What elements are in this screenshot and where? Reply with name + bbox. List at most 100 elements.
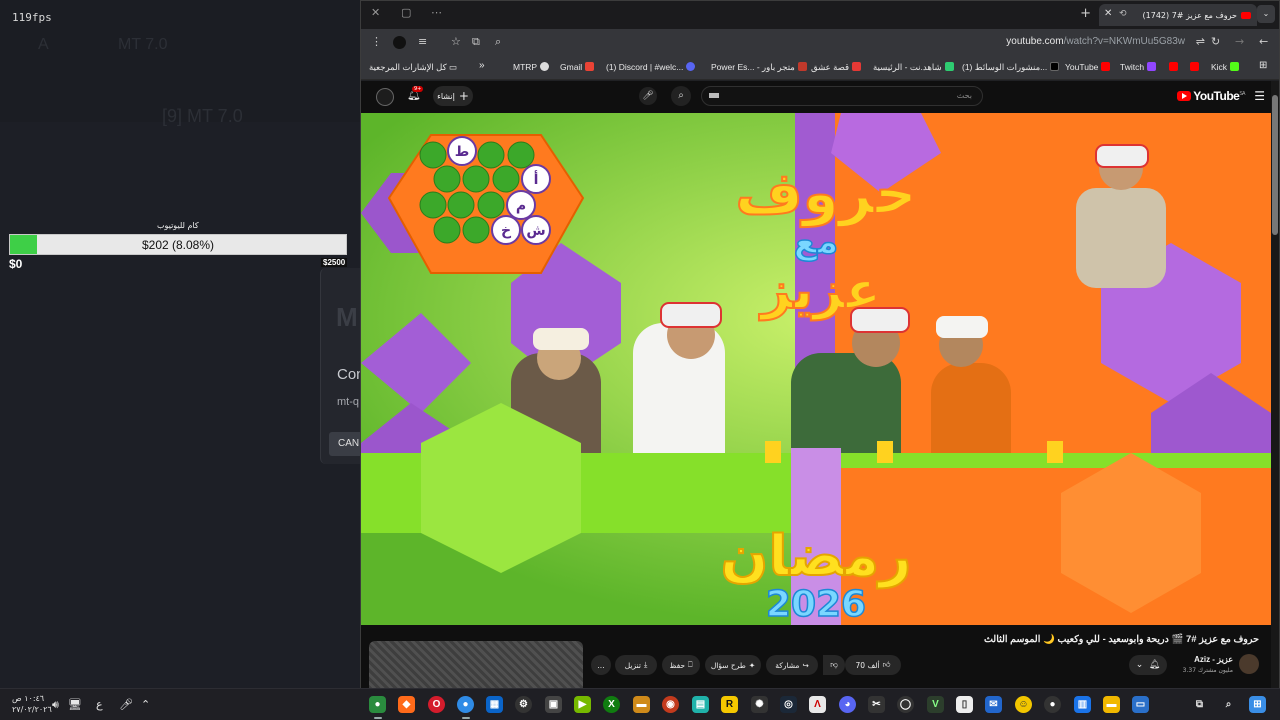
input-language[interactable]: ع (96, 698, 103, 711)
address-bar[interactable]: youtube.com/watch?v=NKWmUu5G83w ⇌ (821, 32, 1209, 53)
bookmark-youtube-2[interactable] (1166, 62, 1178, 72)
microphone-icon[interactable]: 🎤︎ (119, 698, 133, 711)
taskbar-app-r-icon[interactable]: R (721, 696, 738, 713)
taskbar-search-icon[interactable]: ⌕ (1220, 696, 1237, 713)
taskbar-app-explorer-icon[interactable]: ▬ (1103, 696, 1120, 713)
bookmark-mtrp[interactable]: MTRP (513, 62, 550, 72)
bookmark-youtube[interactable]: YouTube (1065, 62, 1111, 72)
youtube-header: 🔔︎ 9+ إنشاء + 🎤︎ ⌕ بحث YouTubeSA ☰ (361, 81, 1279, 113)
taskbar-app-notepad-icon[interactable]: ▯ (956, 696, 973, 713)
more-actions-button[interactable]: ... (591, 655, 611, 675)
guide-menu-icon[interactable]: ☰ (1254, 89, 1265, 103)
ask-button[interactable]: طرح سؤال ✦ (705, 655, 761, 675)
taskbar-app-settings-icon[interactable]: ⚙ (515, 696, 532, 713)
taskbar-app-gear-icon[interactable]: ✺ (751, 696, 768, 713)
network-icon[interactable]: 🖥︎ (68, 698, 82, 711)
start-button-icon[interactable]: ⊞ (1249, 696, 1266, 713)
taskbar-app-v-icon[interactable]: V (927, 696, 944, 713)
bookmark-gmail[interactable]: Gmail (560, 62, 595, 72)
taskbar-app-mail-icon[interactable]: ✉ (985, 696, 1002, 713)
maximize-window-icon[interactable]: ▢ (401, 6, 411, 19)
task-view-icon[interactable]: ⧉ (1191, 696, 1208, 713)
taskbar-app-monitor-icon[interactable]: ▭ (1132, 696, 1149, 713)
back-icon[interactable]: ← (1259, 35, 1268, 48)
tab-youtube[interactable]: ✕ ⟲ (1742) حروف مع عزيز #7 (1099, 4, 1257, 26)
taskbar-app-teal-icon[interactable]: ▤ (692, 696, 709, 713)
channel-avatar[interactable] (1239, 654, 1259, 674)
youtube-favicon-icon (1241, 11, 1251, 19)
bookmark-kick[interactable]: Kick (1211, 62, 1240, 72)
taskbar-app-xbox-icon[interactable]: X (603, 696, 620, 713)
share-button[interactable]: مشاركة ↪ (766, 655, 818, 675)
like-button[interactable]: 70 ألف 👍︎ (845, 655, 901, 675)
taskbar-app-opera-icon[interactable]: O (428, 696, 445, 713)
url-text[interactable]: youtube.com/watch?v=NKWmUu5G83w (1006, 36, 1185, 47)
taskbar-app-discord-icon[interactable]: ◕ (839, 696, 856, 713)
minimize-window-icon[interactable]: ⋯ (431, 6, 442, 19)
bookmark-twitch[interactable]: Twitch (1120, 62, 1157, 72)
taskbar-app-green-icon[interactable]: ▶ (574, 696, 591, 713)
clock-time: ١٠:٤٦ ص (12, 694, 45, 703)
taskbar-app-store-icon[interactable]: ▥ (1074, 696, 1091, 713)
bookmark-qissat[interactable]: قصة عشق (811, 62, 862, 73)
ramadan-year: 2026 (766, 584, 866, 625)
bookmark-discord[interactable]: (1) Discord | #welc... (606, 62, 696, 72)
close-window-icon[interactable]: ✕ (371, 6, 380, 19)
browser-menu-icon[interactable]: ⋮ (371, 35, 382, 48)
tab-search-icon[interactable]: ⌄ (1257, 5, 1275, 23)
taskbar-app-grid-icon[interactable]: ▦ (486, 696, 503, 713)
media-controls-icon[interactable]: ≡ (418, 35, 427, 48)
youtube-logo[interactable]: YouTubeSA (1177, 89, 1245, 103)
bookmark-power[interactable]: Power Es... - متجر باور (711, 62, 807, 73)
taskbar-app-chrome-icon[interactable]: ● (457, 696, 474, 713)
reload-icon[interactable]: ↻ (1211, 35, 1220, 48)
bookmark-shahid[interactable]: شاهد.نت - الرئيسية (873, 62, 954, 73)
taskbar-app-emoji-icon[interactable]: ☺ (1015, 696, 1032, 713)
volume-icon[interactable]: 🔊︎ (52, 698, 59, 712)
share-icon: ↪ (802, 660, 809, 670)
subscribe-bell-button[interactable]: ⌄ 🔔︎ (1129, 655, 1167, 675)
bookmark-youtube-3[interactable] (1187, 62, 1199, 72)
site-settings-icon[interactable]: ⇌ (1196, 35, 1205, 48)
dislike-button[interactable]: 👎︎ (823, 655, 845, 675)
video-frame: ط أ م ش خ حروف مع عزيز رمضان 2026 (361, 113, 1271, 625)
taskbar-app-dot-icon[interactable]: ● (1044, 696, 1061, 713)
apps-grid-icon[interactable]: ⊞ (1259, 60, 1267, 71)
tab-audio-icon[interactable]: ⟲ (1119, 9, 1127, 19)
profile-avatar[interactable] (393, 36, 406, 49)
create-button[interactable]: إنشاء + (433, 86, 473, 106)
taskbar-app-folder-icon[interactable]: ▬ (633, 696, 650, 713)
save-button[interactable]: حفظ ⎕ (662, 655, 700, 675)
page-scrollbar[interactable] (1271, 81, 1279, 689)
taskbar-app-orange-icon[interactable]: ◉ (662, 696, 679, 713)
bookmarks-overflow[interactable]: » (479, 60, 485, 71)
scrollbar-thumb[interactable] (1272, 95, 1278, 235)
taskbar-app-brave-icon[interactable]: ◆ (398, 696, 415, 713)
bookmark-x[interactable]: (1) منشورات الوسائط... (962, 62, 1060, 73)
recommended-thumbnail[interactable] (369, 641, 583, 689)
donation-goal-min: $0 (9, 257, 23, 271)
download-button[interactable]: تنزيل ⤓ (615, 655, 657, 675)
taskbar-app-obs-icon[interactable]: ● (369, 696, 386, 713)
cast-icon[interactable]: ⧉ (472, 35, 480, 49)
tray-clock[interactable]: ١٠:٤٦ ص ٢٧/٠٢/٢٠٢٦ (12, 693, 52, 715)
taskbar-app-capcut-icon[interactable]: ✂ (868, 696, 885, 713)
taskbar-app-circle-icon[interactable]: ◯ (897, 696, 914, 713)
show-hidden-icons-icon[interactable]: ⌃ (141, 698, 150, 711)
video-player[interactable]: ط أ م ش خ حروف مع عزيز رمضان 2026 (361, 113, 1271, 625)
bookmark-all[interactable]: كل الإشارات المرجعية ▭ (369, 62, 457, 73)
voice-search-icon[interactable]: 🎤︎ (639, 87, 657, 105)
user-avatar[interactable] (376, 88, 394, 106)
new-tab-icon[interactable]: + (1080, 6, 1091, 21)
zoom-icon[interactable]: ⌕ (495, 35, 501, 49)
taskbar-app-a-icon[interactable]: Λ (809, 696, 826, 713)
taskbar-app-nvidia-icon[interactable]: ▣ (545, 696, 562, 713)
taskbar-app-steam-icon[interactable]: ◎ (780, 696, 797, 713)
channel-name[interactable]: Aziz - عزيز (1194, 655, 1233, 664)
close-tab-icon[interactable]: ✕ (1104, 8, 1112, 19)
stream-overlay-panel: 119fps A MT 7.0 [9] MT 7.0 كام لليوتيوب … (0, 0, 370, 688)
search-icon[interactable]: ⌕ (671, 86, 691, 106)
bookmark-star-icon[interactable]: ☆ (451, 35, 461, 48)
search-input[interactable]: بحث (701, 86, 983, 106)
forward-icon[interactable]: → (1235, 35, 1244, 48)
